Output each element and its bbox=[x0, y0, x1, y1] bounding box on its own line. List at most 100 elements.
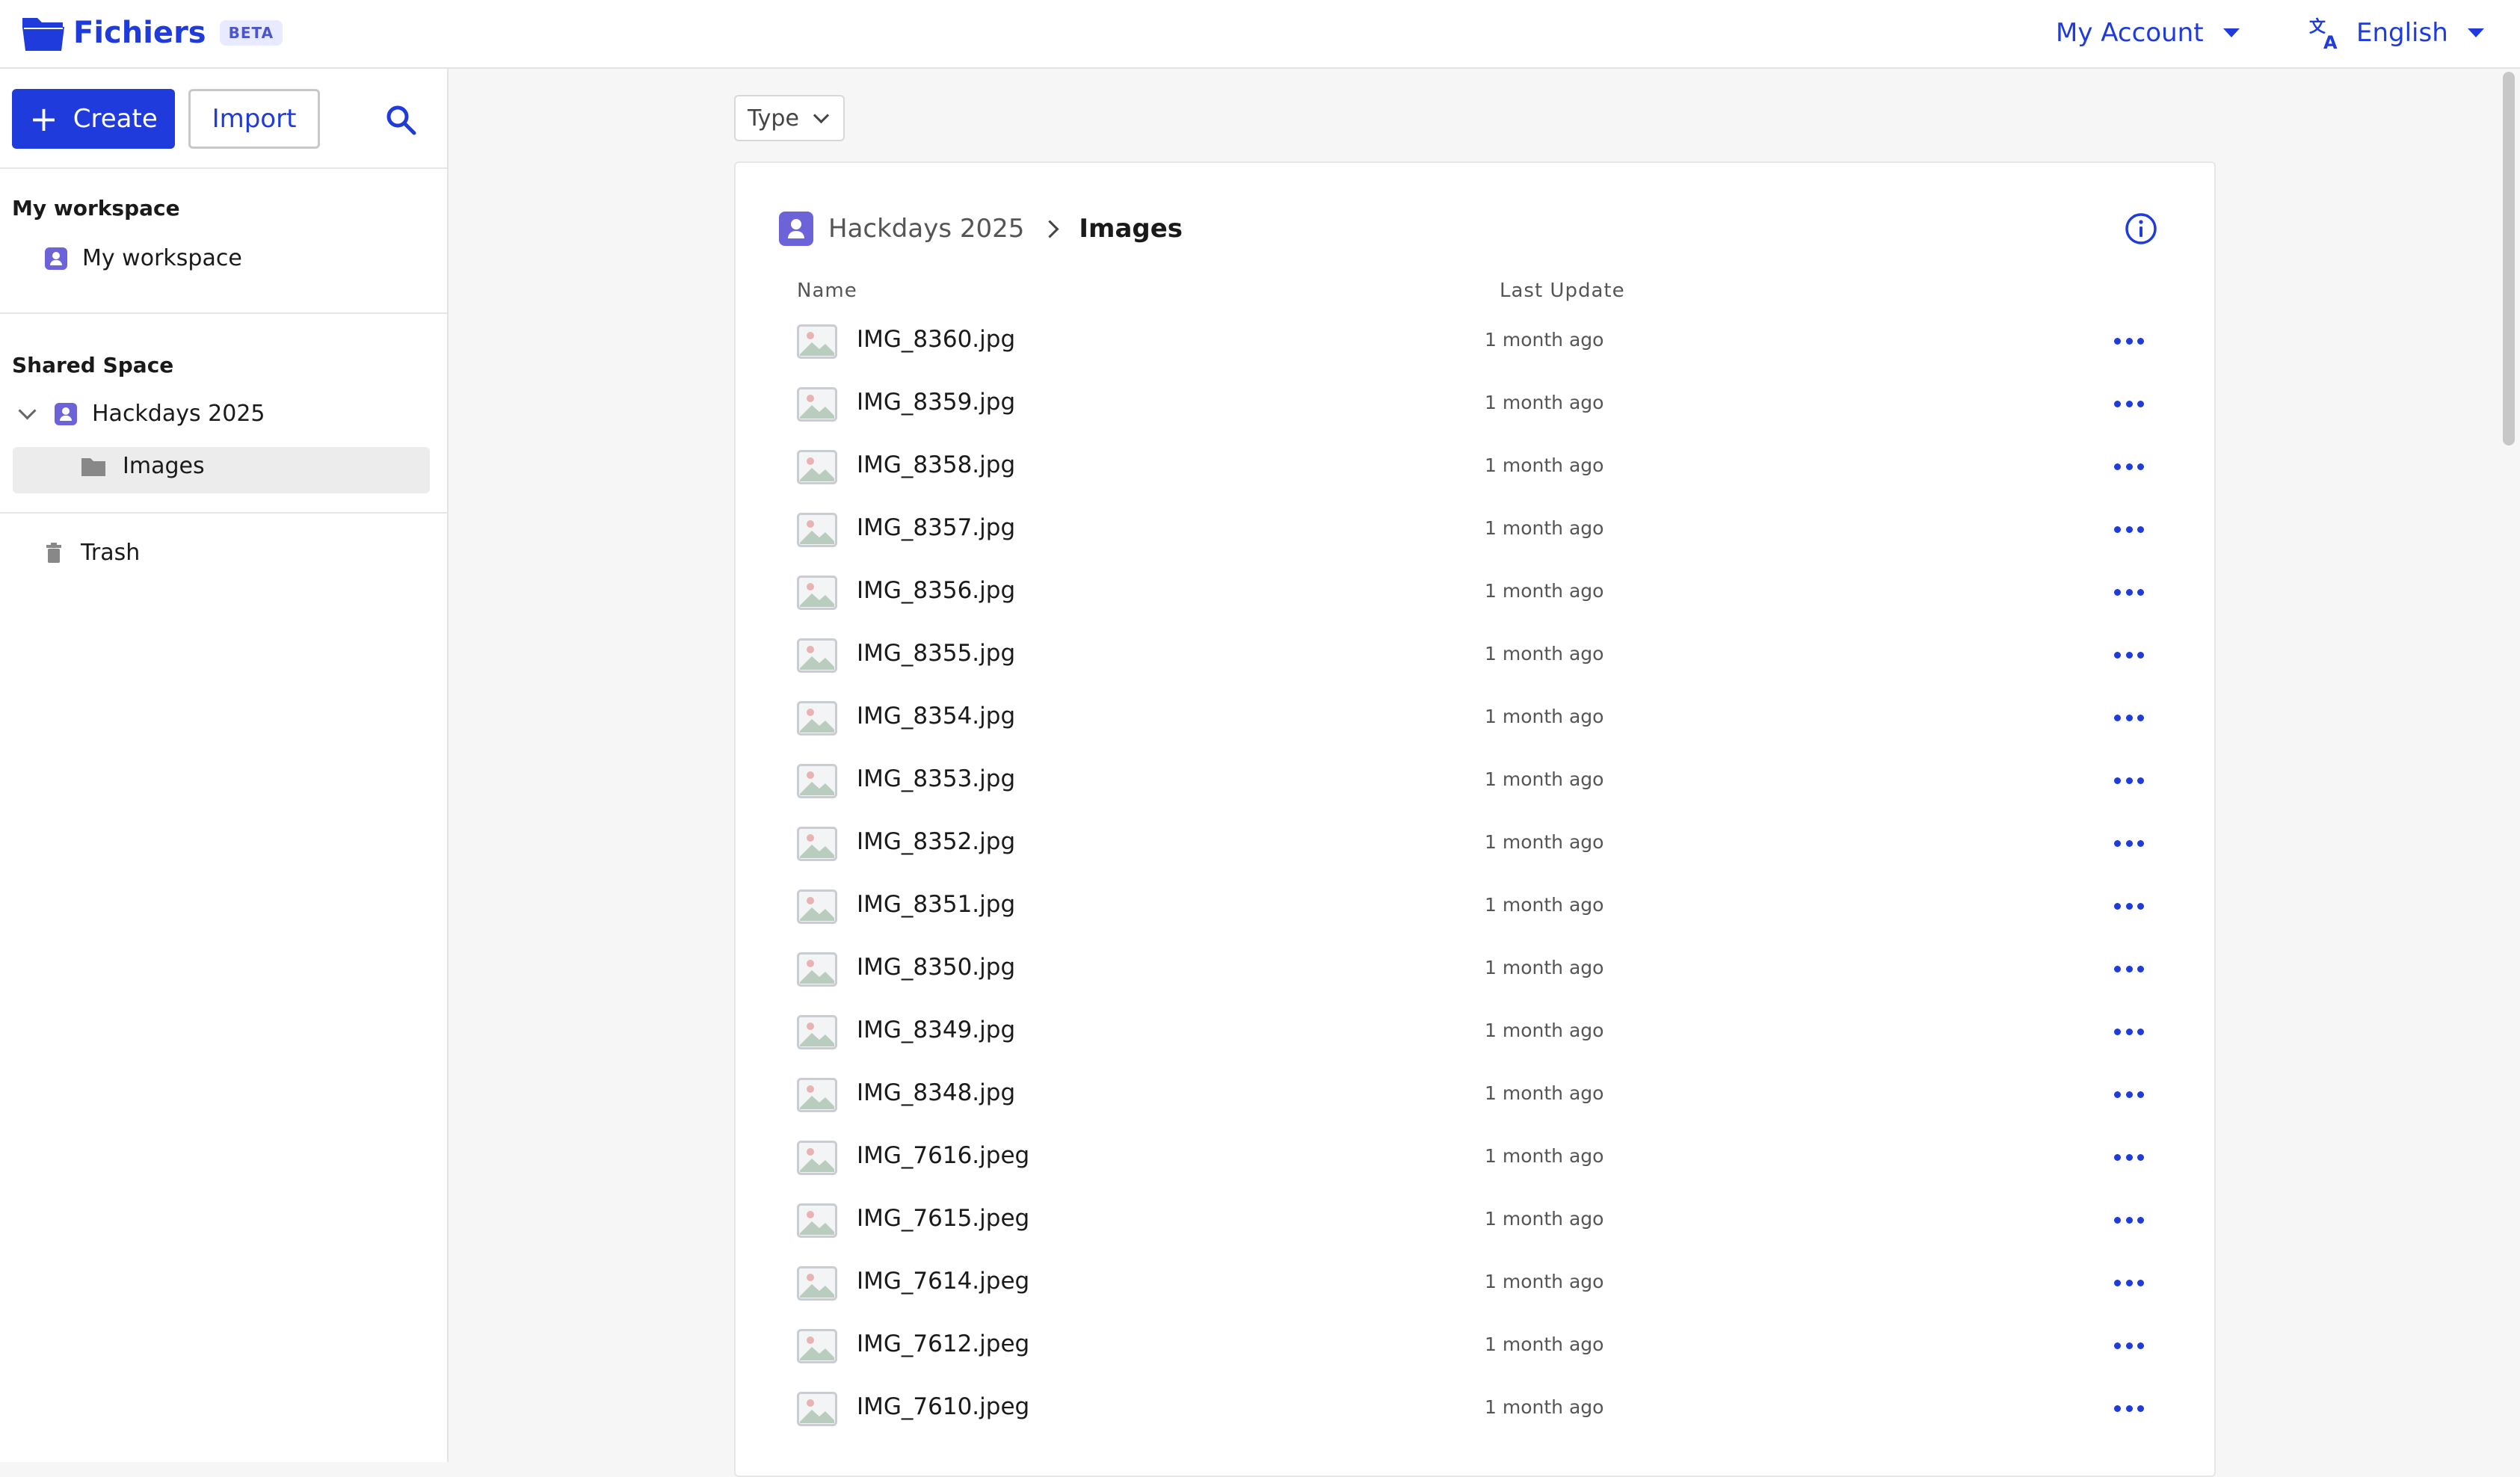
table-row[interactable]: IMG_8359.jpg 1 month ago bbox=[797, 374, 2157, 437]
sidebar-divider bbox=[0, 512, 447, 514]
column-header-name[interactable]: Name bbox=[797, 280, 857, 302]
sidebar-item-my-workspace[interactable]: My workspace bbox=[45, 245, 242, 271]
breadcrumb: Hackdays 2025 Images bbox=[779, 212, 1183, 246]
more-horizontal-icon[interactable] bbox=[2114, 966, 2144, 973]
table-row[interactable]: IMG_8352.jpg 1 month ago bbox=[797, 813, 2157, 876]
table-row[interactable]: IMG_8354.jpg 1 month ago bbox=[797, 688, 2157, 750]
file-name[interactable]: IMG_8357.jpg bbox=[857, 514, 1015, 541]
chevron-down-icon[interactable] bbox=[18, 401, 37, 420]
table-row[interactable]: IMG_7616.jpeg 1 month ago bbox=[797, 1127, 2157, 1190]
file-last-update: 1 month ago bbox=[1485, 454, 1604, 476]
more-horizontal-icon[interactable] bbox=[2114, 526, 2144, 534]
file-name[interactable]: IMG_8360.jpg bbox=[857, 326, 1015, 353]
more-horizontal-icon[interactable] bbox=[2114, 777, 2144, 785]
table-row[interactable]: IMG_7615.jpeg 1 month ago bbox=[797, 1190, 2157, 1253]
table-row[interactable]: IMG_8360.jpg 1 month ago bbox=[797, 311, 2157, 374]
file-name[interactable]: IMG_8356.jpg bbox=[857, 577, 1015, 604]
table-row[interactable]: IMG_7610.jpeg 1 month ago bbox=[797, 1378, 2157, 1441]
sidebar-item-images-selected[interactable] bbox=[13, 447, 430, 493]
more-horizontal-icon[interactable] bbox=[2114, 840, 2144, 848]
table-row[interactable]: IMG_8355.jpg 1 month ago bbox=[797, 625, 2157, 688]
sidebar-item-label: Hackdays 2025 bbox=[92, 401, 265, 427]
more-horizontal-icon[interactable] bbox=[2114, 715, 2144, 722]
file-name[interactable]: IMG_8358.jpg bbox=[857, 451, 1015, 478]
image-file-icon bbox=[797, 576, 837, 610]
more-horizontal-icon[interactable] bbox=[2114, 589, 2144, 596]
import-label: Import bbox=[212, 104, 297, 134]
more-horizontal-icon[interactable] bbox=[2114, 903, 2144, 910]
file-last-update: 1 month ago bbox=[1485, 1396, 1604, 1418]
more-horizontal-icon[interactable] bbox=[2114, 401, 2144, 408]
image-file-icon bbox=[797, 387, 837, 422]
file-name[interactable]: IMG_8359.jpg bbox=[857, 389, 1015, 416]
image-file-icon bbox=[797, 1266, 837, 1301]
sidebar-item-images[interactable]: Images bbox=[81, 453, 205, 479]
search-icon[interactable] bbox=[383, 102, 419, 138]
more-horizontal-icon[interactable] bbox=[2114, 1091, 2144, 1099]
file-name[interactable]: IMG_7615.jpeg bbox=[857, 1205, 1029, 1232]
info-icon[interactable] bbox=[2125, 212, 2157, 245]
more-horizontal-icon[interactable] bbox=[2114, 1029, 2144, 1036]
file-name[interactable]: IMG_7610.jpeg bbox=[857, 1393, 1029, 1420]
more-horizontal-icon[interactable] bbox=[2114, 1217, 2144, 1224]
caret-down-icon bbox=[2222, 28, 2240, 37]
image-file-icon bbox=[797, 1078, 837, 1112]
file-name[interactable]: IMG_8348.jpg bbox=[857, 1079, 1015, 1106]
app-logo[interactable]: Fichiers BETA bbox=[21, 10, 283, 55]
file-last-update: 1 month ago bbox=[1485, 957, 1604, 978]
file-name[interactable]: IMG_8355.jpg bbox=[857, 640, 1015, 667]
folder-icon bbox=[22, 18, 64, 51]
breadcrumb-current: Images bbox=[1079, 214, 1183, 244]
file-name[interactable]: IMG_8351.jpg bbox=[857, 891, 1015, 918]
create-button[interactable]: + Create bbox=[12, 89, 175, 149]
image-file-icon bbox=[797, 1203, 837, 1238]
type-filter-dropdown[interactable]: Type bbox=[734, 95, 845, 141]
column-header-last-update[interactable]: Last Update bbox=[1500, 280, 1625, 302]
file-name[interactable]: IMG_8349.jpg bbox=[857, 1017, 1015, 1043]
account-menu[interactable]: My Account bbox=[2056, 13, 2240, 52]
file-name[interactable]: IMG_7616.jpeg bbox=[857, 1142, 1029, 1169]
my-workspace-title: My workspace bbox=[12, 196, 180, 221]
table-row[interactable]: IMG_7612.jpeg 1 month ago bbox=[797, 1316, 2157, 1378]
file-name[interactable]: IMG_8350.jpg bbox=[857, 954, 1015, 981]
chevron-down-icon bbox=[813, 107, 830, 123]
image-file-icon bbox=[797, 324, 837, 359]
file-name[interactable]: IMG_8354.jpg bbox=[857, 703, 1015, 730]
more-horizontal-icon[interactable] bbox=[2114, 1154, 2144, 1162]
table-row[interactable]: IMG_7614.jpeg 1 month ago bbox=[797, 1253, 2157, 1316]
more-horizontal-icon[interactable] bbox=[2114, 1342, 2144, 1350]
file-last-update: 1 month ago bbox=[1485, 580, 1604, 602]
sidebar-item-hackdays[interactable]: Hackdays 2025 bbox=[18, 401, 265, 427]
breadcrumb-parent[interactable]: Hackdays 2025 bbox=[828, 214, 1024, 244]
file-last-update: 1 month ago bbox=[1485, 706, 1604, 727]
table-row[interactable]: IMG_8358.jpg 1 month ago bbox=[797, 437, 2157, 499]
more-horizontal-icon[interactable] bbox=[2114, 463, 2144, 471]
table-row[interactable]: IMG_8348.jpg 1 month ago bbox=[797, 1064, 2157, 1127]
table-row[interactable]: IMG_8356.jpg 1 month ago bbox=[797, 562, 2157, 625]
more-horizontal-icon[interactable] bbox=[2114, 1405, 2144, 1413]
file-name[interactable]: IMG_8353.jpg bbox=[857, 765, 1015, 792]
image-file-icon bbox=[797, 889, 837, 924]
sidebar: + Create Import My workspace My workspac… bbox=[0, 69, 449, 1462]
app-name: Fichiers bbox=[73, 16, 206, 50]
language-menu[interactable]: 文 A English bbox=[2308, 13, 2484, 52]
table-row[interactable]: IMG_8350.jpg 1 month ago bbox=[797, 939, 2157, 1002]
more-horizontal-icon[interactable] bbox=[2114, 338, 2144, 345]
file-name[interactable]: IMG_8352.jpg bbox=[857, 828, 1015, 855]
workspace-icon bbox=[55, 402, 77, 425]
file-name[interactable]: IMG_7614.jpeg bbox=[857, 1268, 1029, 1295]
more-horizontal-icon[interactable] bbox=[2114, 652, 2144, 659]
image-file-icon bbox=[797, 1392, 837, 1426]
table-row[interactable]: IMG_8351.jpg 1 month ago bbox=[797, 876, 2157, 939]
more-horizontal-icon[interactable] bbox=[2114, 1280, 2144, 1287]
sidebar-item-trash[interactable]: Trash bbox=[45, 540, 140, 566]
scrollbar-thumb[interactable] bbox=[2503, 72, 2515, 445]
table-row[interactable]: IMG_8349.jpg 1 month ago bbox=[797, 1002, 2157, 1064]
account-label: My Account bbox=[2056, 18, 2204, 48]
table-row[interactable]: IMG_8353.jpg 1 month ago bbox=[797, 750, 2157, 813]
beta-badge: BETA bbox=[219, 20, 283, 46]
table-row[interactable]: IMG_8357.jpg 1 month ago bbox=[797, 499, 2157, 562]
file-name[interactable]: IMG_7612.jpeg bbox=[857, 1330, 1029, 1357]
sidebar-divider bbox=[0, 312, 447, 314]
import-button[interactable]: Import bbox=[188, 89, 320, 149]
